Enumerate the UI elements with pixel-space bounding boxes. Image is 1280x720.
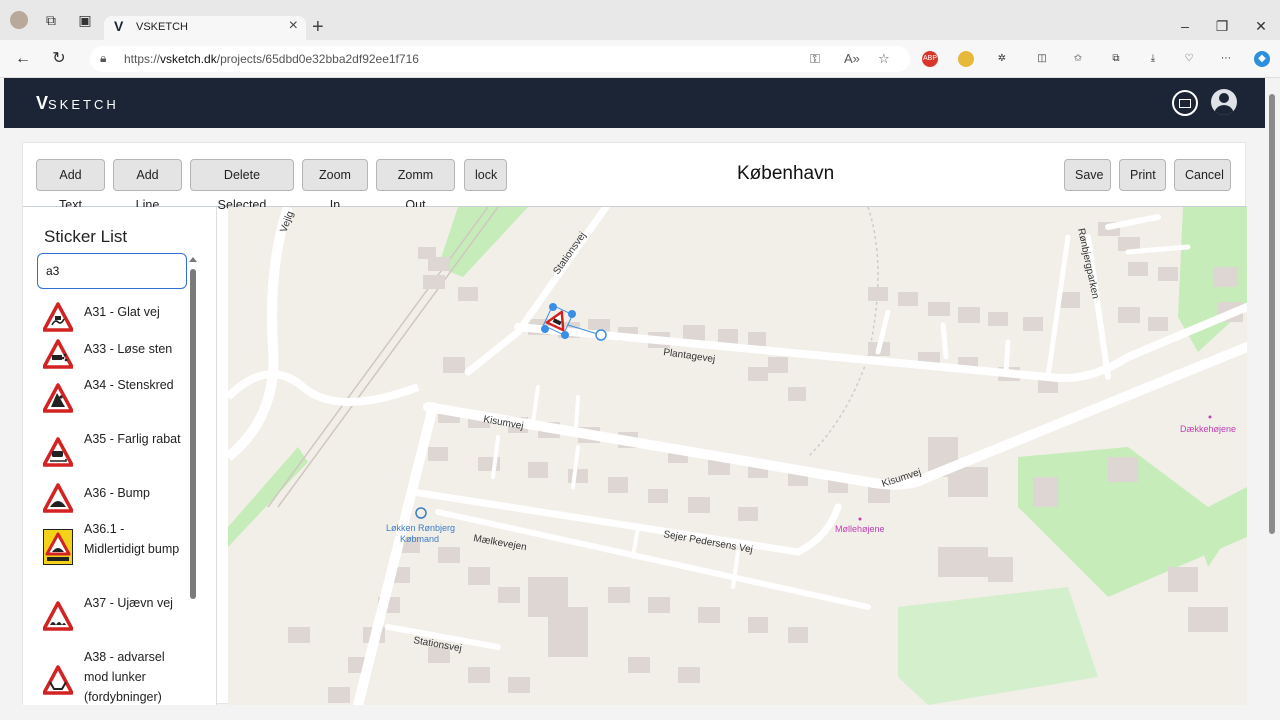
sign-a36-icon [43, 483, 73, 513]
browser-essentials-icon[interactable]: ♡ [1181, 51, 1197, 67]
key-icon[interactable]: ⚿ [810, 51, 820, 67]
tab-close-icon[interactable]: × [289, 17, 298, 35]
sticker-label: A35 - Farlig rabat [84, 432, 181, 446]
street-label: Sejer Pedersens Vej [662, 529, 753, 556]
poi-label: Dækkehøjene [1180, 424, 1236, 434]
brand-logo[interactable]: VSKETCH [36, 93, 119, 114]
more-icon[interactable]: ⋯ [1218, 51, 1234, 67]
sidebar-scrollbar[interactable] [189, 257, 197, 705]
map-canvas[interactable]: Stationsvej Vejlg Plantagevej Kisumvej K… [228, 207, 1247, 705]
collections-toolbar-icon[interactable]: ⧉ [1108, 51, 1124, 67]
sticker-list-title: Sticker List [44, 227, 128, 246]
poi-label: Løkken Rønbjerg [386, 523, 455, 533]
cancel-button[interactable]: Cancel [1174, 159, 1231, 191]
split-screen-icon[interactable]: ◫ [1034, 51, 1050, 67]
tab-actions-icon[interactable]: ▣ [74, 10, 96, 30]
sign-a34-icon [43, 383, 73, 413]
sign-a33-icon [43, 339, 73, 369]
address-bar: ← ↻ 🔒︎ https://vsketch.dk/projects/65dbd… [0, 40, 1280, 78]
restore-icon[interactable]: ❐ [1207, 18, 1237, 35]
app-header: VSKETCH [4, 78, 1265, 128]
extensions-icon[interactable]: ✲ [994, 51, 1010, 67]
window-scrollbar[interactable] [1266, 80, 1278, 704]
browser-tab[interactable]: V VSKETCH × [104, 16, 306, 40]
shop-icon [415, 507, 427, 519]
extension-color-icon[interactable] [958, 51, 974, 67]
window-close-icon[interactable]: ✕ [1246, 18, 1276, 35]
sticker-search-input[interactable] [37, 253, 187, 289]
map-svg: Stationsvej Vejlg Plantagevej Kisumvej K… [228, 207, 1247, 705]
url-field[interactable]: 🔒︎ https://vsketch.dk/projects/65dbd0e32… [90, 46, 910, 72]
editor-card: Add Text Add Line Delete Selected Zoom I… [22, 142, 1247, 705]
back-icon[interactable]: ← [12, 49, 34, 69]
sticker-label: A38 - advarsel mod lunker (fordybninger) [84, 650, 165, 704]
street-label: Kisumvej [482, 414, 524, 432]
sticker-label: A33 - Løse sten [84, 342, 173, 356]
refresh-icon[interactable]: ↻ [48, 49, 70, 69]
zoom-in-button[interactable]: Zoom In [302, 159, 368, 212]
sign-a35-icon [43, 437, 73, 467]
content-area: Add Text Add Line Delete Selected Zoom I… [4, 128, 1265, 705]
sticker-label: A34 - Stenskred [84, 378, 174, 392]
zoom-out-button[interactable]: Zomm Out [376, 159, 455, 212]
add-text-button[interactable]: Add Text [36, 159, 105, 212]
sign-a38-icon [43, 665, 73, 695]
read-aloud-icon[interactable]: A» [844, 51, 860, 66]
street-labels: Stationsvej Vejlg Plantagevej Kisumvej K… [278, 210, 1100, 655]
editor-toolbar: Add Text Add Line Delete Selected Zoom I… [23, 143, 1247, 212]
collections-icon[interactable]: ⧉ [40, 10, 62, 30]
lock-icon[interactable]: 🔒︎ [100, 51, 106, 66]
vsketch-favicon-icon: V [114, 18, 124, 34]
sticker-label: A31 - Glat vej [84, 305, 160, 319]
favorite-icon[interactable]: ☆ [878, 51, 890, 67]
street-label: Rønbjergparken [1075, 227, 1101, 299]
street-label: Mælkevejen [472, 533, 527, 553]
download-icon[interactable]: ⤓ [1145, 51, 1161, 67]
sticker-label: A37 - Ujævn vej [84, 596, 173, 610]
street-label: Stationsvej [551, 230, 588, 276]
user-avatar-icon[interactable] [1211, 89, 1237, 115]
poi-label: Købmand [400, 534, 439, 544]
favorites-icon[interactable]: ✩ [1070, 51, 1086, 67]
copilot-icon[interactable]: ◆ [1254, 51, 1270, 67]
sketch-title: København [737, 163, 835, 184]
sign-a36-1-icon [43, 529, 73, 565]
poi-label: Møllehøjene [835, 524, 885, 534]
url-text: https://vsketch.dk/projects/65dbd0e32bba… [124, 52, 419, 66]
mail-icon[interactable] [1172, 90, 1198, 116]
sign-a31-icon [43, 302, 73, 332]
street-label: Plantagevej [663, 347, 716, 365]
lock-button[interactable]: lock [464, 159, 507, 191]
new-tab-icon[interactable]: + [312, 16, 324, 39]
tab-title: VSKETCH [136, 21, 188, 33]
add-line-button[interactable]: Add Line [113, 159, 182, 212]
sticker-sidebar: Sticker List A31 - Glat vej A33 - Løse s… [23, 207, 217, 705]
delete-selected-button[interactable]: Delete Selected [190, 159, 294, 212]
print-button[interactable]: Print [1119, 159, 1166, 191]
browser-tabbar: ⧉ ▣ V VSKETCH × + – ❐ ✕ [0, 0, 1280, 40]
sticker-label: A36 - Bump [84, 486, 151, 500]
profile-icon[interactable] [8, 10, 30, 30]
save-button[interactable]: Save [1064, 159, 1111, 191]
sign-a37-icon [43, 601, 73, 631]
minimize-icon[interactable]: – [1170, 18, 1200, 34]
adblock-icon[interactable]: ABP [922, 51, 938, 67]
sticker-label: A36.1 - Midlertidigt bump [84, 522, 180, 556]
